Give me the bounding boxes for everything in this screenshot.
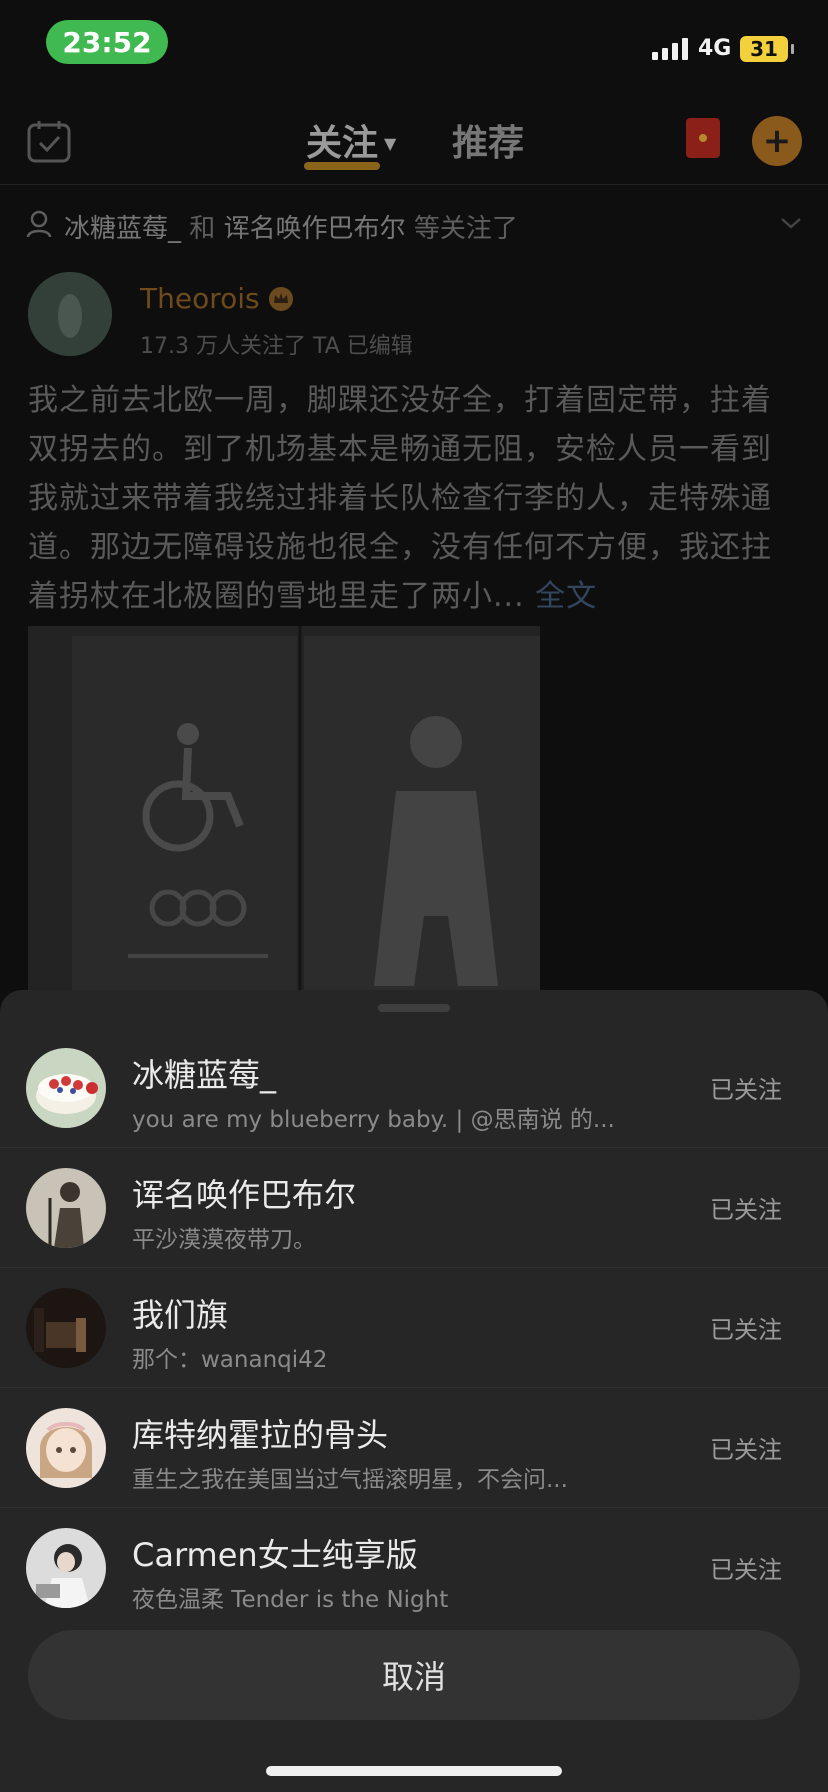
user-row[interactable]: 诨名唤作巴布尔 平沙漠漠夜带刀。 已关注 bbox=[0, 1148, 828, 1268]
avatar[interactable] bbox=[26, 1528, 106, 1608]
add-icon[interactable]: + bbox=[752, 116, 802, 166]
user-bio: 夜色温柔 Tender is the Night bbox=[132, 1587, 449, 1613]
avatar[interactable] bbox=[26, 1048, 106, 1128]
post-body[interactable]: 我之前去北欧一周，脚踝还没好全，打着固定带，拄着双拐去的。到了机场基本是畅通无阻… bbox=[28, 376, 790, 621]
followed-user-1[interactable]: 冰糖蓝莓_ bbox=[64, 214, 181, 244]
signal-icon bbox=[652, 38, 688, 60]
tab-recommend[interactable]: 推荐 bbox=[452, 114, 524, 166]
chevron-down-icon[interactable] bbox=[780, 212, 802, 234]
author-meta: 17.3 万人关注了 TA 已编辑 bbox=[140, 334, 413, 359]
tab-follow[interactable]: 关注 bbox=[306, 114, 378, 166]
following-button[interactable]: 已关注 bbox=[710, 1310, 782, 1345]
conjunction: 和 bbox=[189, 214, 216, 244]
sheet-handle[interactable] bbox=[378, 1004, 450, 1012]
author-name[interactable]: Theorois bbox=[140, 282, 260, 315]
user-name: 诨名唤作巴布尔 bbox=[132, 1176, 357, 1214]
clock: 23:52 bbox=[46, 20, 168, 64]
user-bio: 重生之我在美国当过气摇滚明星，不会问... bbox=[132, 1467, 568, 1493]
active-tab-indicator bbox=[304, 162, 380, 170]
user-bio: you are my blueberry baby. | @思南说 的... bbox=[132, 1107, 615, 1133]
user-row[interactable]: 我们旗 那个：wananqi42 已关注 bbox=[0, 1268, 828, 1388]
avatar[interactable] bbox=[26, 1288, 106, 1368]
person-icon bbox=[26, 210, 52, 238]
battery-icon: 31 bbox=[740, 36, 794, 62]
post-image[interactable] bbox=[28, 626, 540, 1006]
user-bio: 平沙漠漠夜带刀。 bbox=[132, 1227, 316, 1253]
user-name: 我们旗 bbox=[132, 1296, 229, 1334]
author-avatar[interactable] bbox=[28, 272, 112, 356]
user-row[interactable]: Carmen女士纯享版 夜色温柔 Tender is the Night 已关注 bbox=[0, 1508, 828, 1628]
user-name: 库特纳霍拉的骨头 bbox=[132, 1416, 389, 1454]
calendar-check-icon[interactable] bbox=[26, 118, 72, 164]
divider bbox=[0, 184, 828, 185]
red-packet-icon[interactable] bbox=[686, 118, 720, 158]
following-button[interactable]: 已关注 bbox=[710, 1430, 782, 1465]
top-nav: 关注 ▼ 推荐 + bbox=[0, 96, 828, 186]
chevron-down-icon[interactable]: ▼ bbox=[384, 134, 396, 153]
post-text: 我之前去北欧一周，脚踝还没好全，打着固定带，拄着双拐去的。到了机场基本是畅通无阻… bbox=[28, 383, 772, 614]
home-indicator[interactable] bbox=[266, 1766, 562, 1776]
avatar[interactable] bbox=[26, 1168, 106, 1248]
following-button[interactable]: 已关注 bbox=[710, 1070, 782, 1105]
followed-by-banner[interactable]: 冰糖蓝莓_ 和 诨名唤作巴布尔 等关注了 bbox=[26, 206, 806, 246]
followed-users-sheet: 冰糖蓝莓_ you are my blueberry baby. | @思南说 … bbox=[0, 990, 828, 1792]
user-row[interactable]: 库特纳霍拉的骨头 重生之我在美国当过气摇滚明星，不会问... 已关注 bbox=[0, 1388, 828, 1508]
avatar[interactable] bbox=[26, 1408, 106, 1488]
user-bio: 那个：wananqi42 bbox=[132, 1347, 328, 1373]
network-type: 4G bbox=[698, 36, 732, 61]
user-name: Carmen女士纯享版 bbox=[132, 1536, 418, 1574]
followed-suffix: 等关注了 bbox=[413, 214, 518, 244]
user-row[interactable]: 冰糖蓝莓_ you are my blueberry baby. | @思南说 … bbox=[0, 1028, 828, 1148]
user-name: 冰糖蓝莓_ bbox=[132, 1056, 277, 1094]
crown-icon bbox=[269, 287, 293, 311]
following-button[interactable]: 已关注 bbox=[710, 1550, 782, 1585]
following-button[interactable]: 已关注 bbox=[710, 1190, 782, 1225]
followed-user-2[interactable]: 诨名唤作巴布尔 bbox=[224, 214, 406, 244]
cancel-button[interactable]: 取消 bbox=[28, 1630, 800, 1720]
read-more-link[interactable]: 全文 bbox=[535, 579, 597, 614]
status-bar: 23:52 4G 31 bbox=[0, 0, 828, 90]
